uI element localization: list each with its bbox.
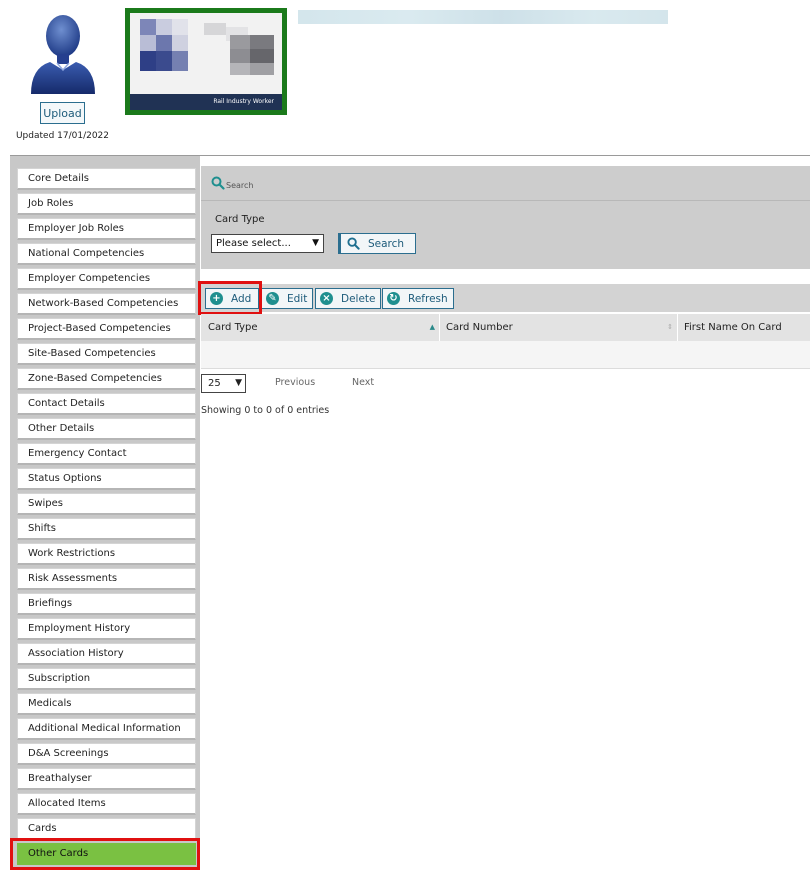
column-label: Card Type xyxy=(208,322,258,333)
sidebar-item-emergency-contact[interactable]: Emergency Contact xyxy=(17,443,196,465)
sidebar-item-briefings[interactable]: Briefings xyxy=(17,593,196,615)
sidebar-item-subscription[interactable]: Subscription xyxy=(17,668,196,690)
column-header-first-name-on-card[interactable]: First Name On Card xyxy=(677,314,810,341)
panel-divider xyxy=(201,200,810,201)
edit-button-label: Edit xyxy=(287,292,308,305)
avatar-icon xyxy=(31,15,95,94)
sidebar-item-breathalyser[interactable]: Breathalyser xyxy=(17,768,196,790)
search-button[interactable]: Search xyxy=(338,233,416,254)
upload-button[interactable]: Upload xyxy=(40,102,85,124)
highlight-add-button xyxy=(198,281,262,315)
sidebar-item-cards[interactable]: Cards xyxy=(17,818,196,840)
highlight-other-cards xyxy=(10,838,200,870)
sidebar-item-job-roles[interactable]: Job Roles xyxy=(17,193,196,215)
table-header: Card Type ▲ Card Number ⇕ First Name On … xyxy=(201,314,810,341)
sidebar-item-medicals[interactable]: Medicals xyxy=(17,693,196,715)
sort-asc-icon: ▲ xyxy=(429,323,435,331)
card-type-label: Card Type xyxy=(215,214,265,225)
chevron-down-icon: ▼ xyxy=(235,378,242,388)
column-header-card-type[interactable]: Card Type ▲ xyxy=(201,314,439,341)
card-type-select-value: Please select... xyxy=(216,238,291,249)
search-panel: Search Card Type Please select... ▼ Sear… xyxy=(201,166,810,269)
column-label: First Name On Card xyxy=(684,322,782,333)
sidebar-item-employer-job-roles[interactable]: Employer Job Roles xyxy=(17,218,196,240)
sidebar-item-other-details[interactable]: Other Details xyxy=(17,418,196,440)
sidebar-item-contact-details[interactable]: Contact Details xyxy=(17,393,196,415)
delete-button[interactable]: × Delete xyxy=(315,288,381,309)
refresh-button[interactable]: ↻ Refresh xyxy=(382,288,454,309)
card-type-select[interactable]: Please select... ▼ xyxy=(211,234,324,253)
search-header[interactable]: Search xyxy=(211,176,253,190)
page-size-select[interactable]: 25 ▼ xyxy=(201,374,246,393)
edit-button[interactable]: ✎ Edit xyxy=(261,288,313,309)
id-card-image: Rail Industry Worker xyxy=(125,8,287,115)
chevron-down-icon: ▼ xyxy=(312,238,319,248)
sidebar-item-swipes[interactable]: Swipes xyxy=(17,493,196,515)
column-header-card-number[interactable]: Card Number ⇕ xyxy=(439,314,677,341)
sidebar-item-status-options[interactable]: Status Options xyxy=(17,468,196,490)
search-icon xyxy=(211,176,225,190)
sidebar-item-employer-competencies[interactable]: Employer Competencies xyxy=(17,268,196,290)
blurred-name xyxy=(298,10,668,24)
sidebar-item-employment-history[interactable]: Employment History xyxy=(17,618,196,640)
sidebar-item-network-based-competencies[interactable]: Network-Based Competencies xyxy=(17,293,196,315)
sidebar-item-shifts[interactable]: Shifts xyxy=(17,518,196,540)
delete-button-label: Delete xyxy=(341,292,376,305)
next-page-link[interactable]: Next xyxy=(352,377,374,388)
search-button-label: Search xyxy=(368,237,405,250)
sidebar-item-da-screenings[interactable]: D&A Screenings xyxy=(17,743,196,765)
toolbar: + Add ✎ Edit × Delete ↻ Refresh xyxy=(201,284,810,312)
sidebar: Core Details Job Roles Employer Job Role… xyxy=(10,156,200,870)
updated-date: Updated 17/01/2022 xyxy=(15,131,110,141)
previous-page-link[interactable]: Previous xyxy=(275,377,315,388)
sidebar-item-core-details[interactable]: Core Details xyxy=(17,168,196,190)
entries-info: Showing 0 to 0 of 0 entries xyxy=(201,405,330,416)
column-label: Card Number xyxy=(446,322,513,333)
table-empty-row xyxy=(201,341,810,369)
card-strip: Rail Industry Worker xyxy=(130,94,282,110)
sidebar-item-national-competencies[interactable]: National Competencies xyxy=(17,243,196,265)
search-caption: Search xyxy=(226,181,254,190)
sidebar-item-allocated-items[interactable]: Allocated Items xyxy=(17,793,196,815)
sidebar-item-work-restrictions[interactable]: Work Restrictions xyxy=(17,543,196,565)
sidebar-item-zone-based-competencies[interactable]: Zone-Based Competencies xyxy=(17,368,196,390)
sidebar-item-project-based-competencies[interactable]: Project-Based Competencies xyxy=(17,318,196,340)
sidebar-item-additional-medical-information[interactable]: Additional Medical Information xyxy=(17,718,196,740)
page-size-value: 25 xyxy=(208,378,221,389)
sort-icon: ⇕ xyxy=(667,323,673,331)
refresh-button-label: Refresh xyxy=(408,292,448,305)
sidebar-item-risk-assessments[interactable]: Risk Assessments xyxy=(17,568,196,590)
refresh-icon: ↻ xyxy=(387,292,400,305)
page: Upload Updated 17/01/2022 Rail Industry … xyxy=(0,0,810,870)
sidebar-item-association-history[interactable]: Association History xyxy=(17,643,196,665)
pencil-icon: ✎ xyxy=(266,292,279,305)
sidebar-item-site-based-competencies[interactable]: Site-Based Competencies xyxy=(17,343,196,365)
close-circle-icon: × xyxy=(320,292,333,305)
search-icon xyxy=(347,237,360,250)
